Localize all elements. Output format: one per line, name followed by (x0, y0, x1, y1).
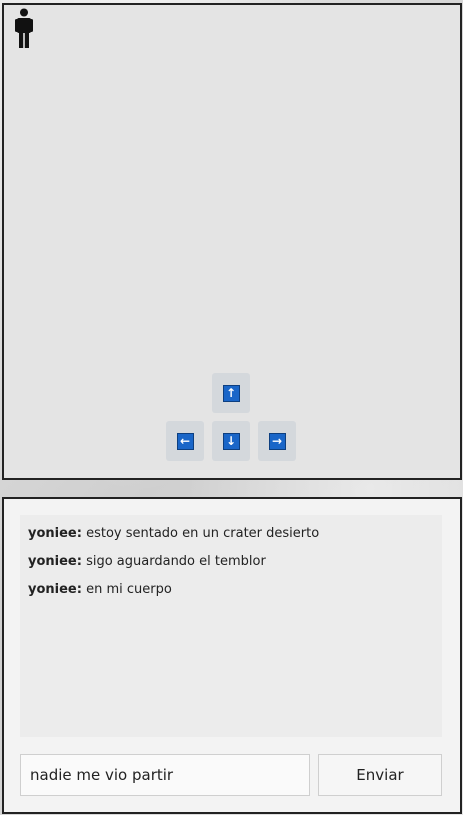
chat-input[interactable] (20, 754, 310, 796)
chat-username: yoniee: (28, 582, 82, 597)
move-up-button[interactable]: ↑ (212, 373, 250, 413)
arrow-left-icon: ← (176, 432, 194, 450)
chat-text: estoy sentado en un crater desierto (81, 526, 320, 541)
chat-text: sigo aguardando el temblor (81, 554, 266, 569)
move-right-button[interactable]: → (258, 421, 296, 461)
chat-text: en mi cuerpo (81, 582, 172, 597)
arrow-right-icon: → (268, 432, 286, 450)
chat-panel: yoniee: estoy sentado en un crater desie… (2, 497, 462, 814)
send-button[interactable]: Enviar (318, 754, 442, 796)
arrow-up-icon: ↑ (222, 384, 240, 402)
chat-username: yoniee: (28, 526, 82, 541)
arrow-down-icon: ↓ (222, 432, 240, 450)
game-area[interactable]: ↑ ← ↓ → (2, 3, 462, 480)
person-icon[interactable] (14, 8, 34, 48)
chat-username: yoniee: (28, 554, 82, 569)
chat-message: yoniee: en mi cuerpo (28, 581, 434, 609)
move-down-button[interactable]: ↓ (212, 421, 250, 461)
chat-log[interactable]: yoniee: estoy sentado en un crater desie… (20, 515, 442, 737)
move-left-button[interactable]: ← (166, 421, 204, 461)
chat-message: yoniee: sigo aguardando el temblor (28, 553, 434, 581)
chat-message: yoniee: estoy sentado en un crater desie… (28, 525, 434, 553)
